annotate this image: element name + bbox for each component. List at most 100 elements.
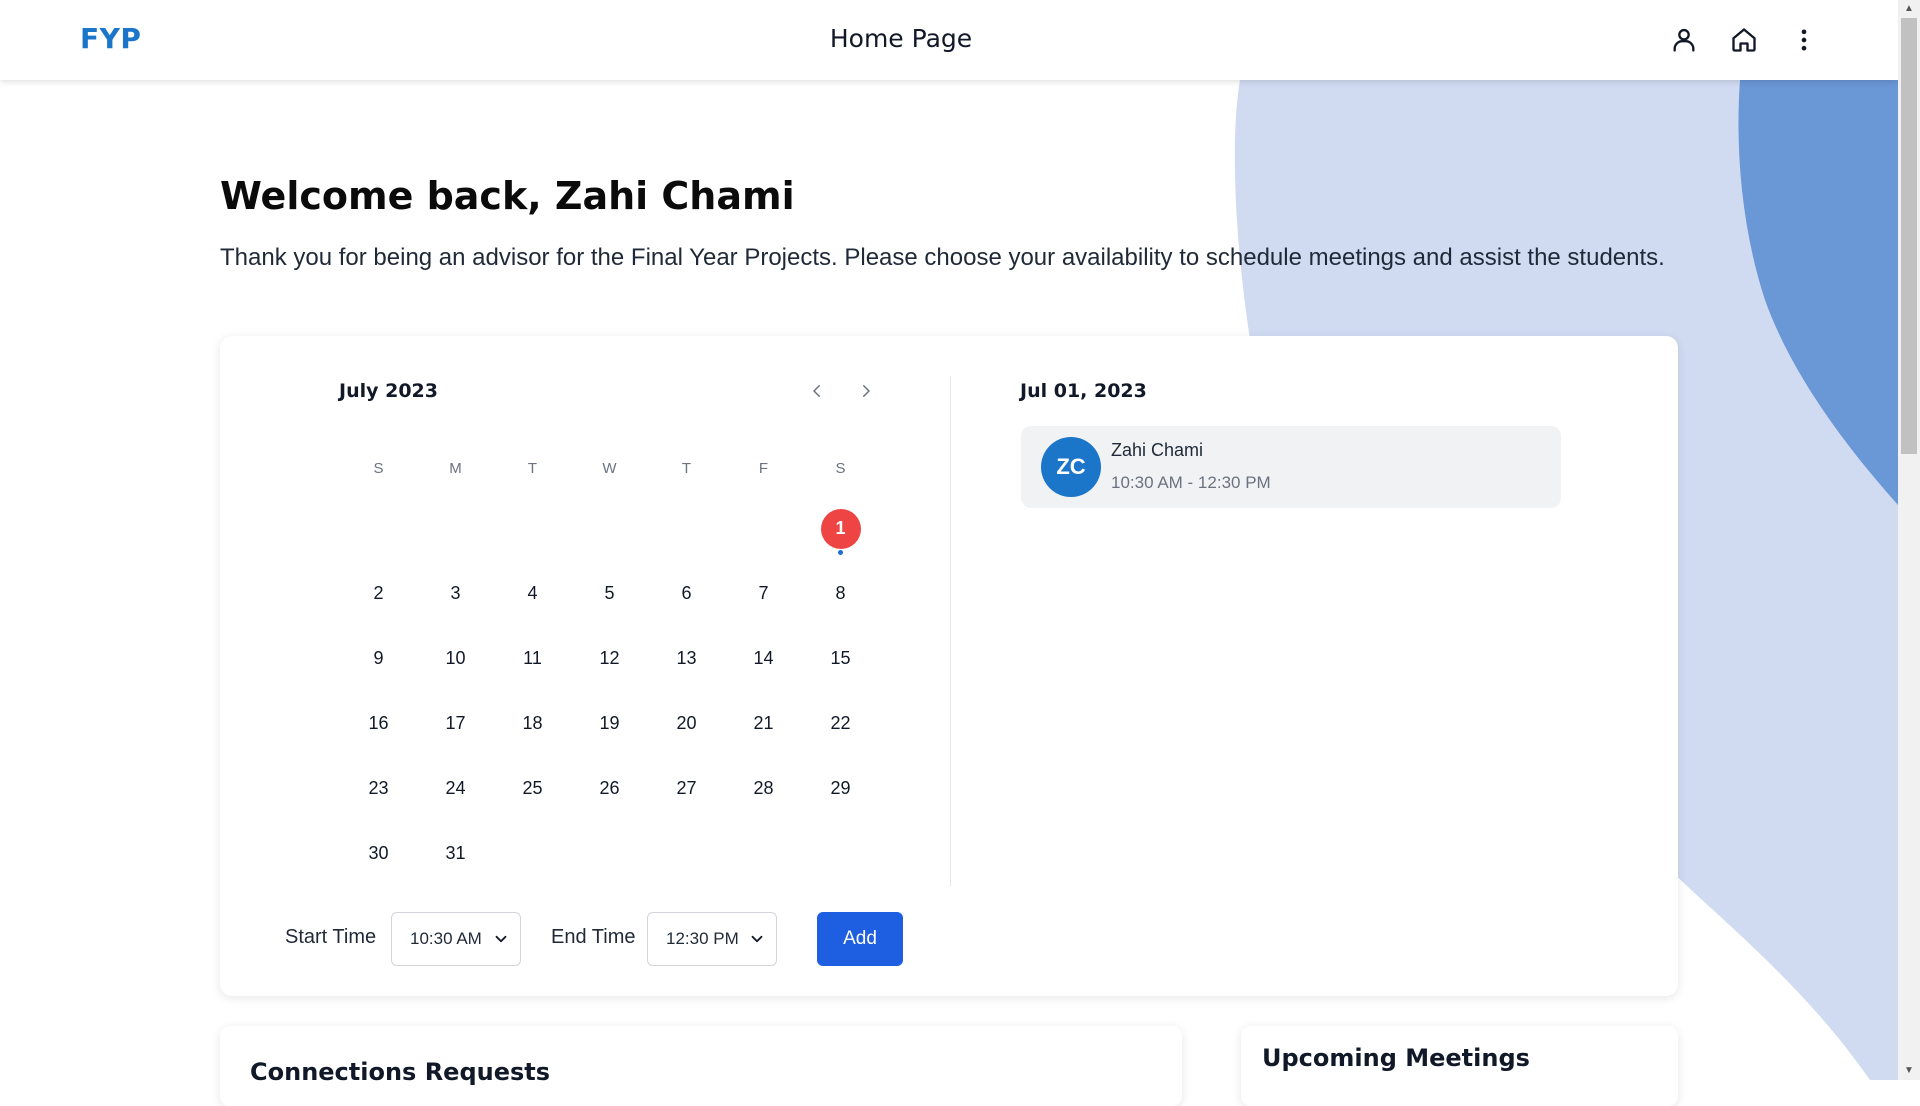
calendar-day-number: 17	[445, 713, 466, 733]
calendar-day-number: 20	[676, 713, 697, 733]
calendar-day-number: 11	[523, 648, 542, 668]
home-icon[interactable]	[1726, 22, 1762, 58]
calendar-day[interactable]: 4	[494, 561, 571, 626]
calendar-day[interactable]: 2	[340, 561, 417, 626]
calendar-empty-cell	[494, 496, 571, 561]
calendar-day-number: 6	[681, 583, 692, 603]
calendar-day-number: 13	[676, 648, 697, 668]
end-time-label: End Time	[551, 926, 636, 948]
calendar-day[interactable]: 27	[648, 756, 725, 821]
calendar-day[interactable]: 1	[802, 496, 879, 561]
calendar-day[interactable]: 6	[648, 561, 725, 626]
calendar-day[interactable]: 29	[802, 756, 879, 821]
calendar-day-number: 29	[830, 778, 851, 798]
calendar-empty-cell	[725, 496, 802, 561]
calendar-empty-cell	[340, 496, 417, 561]
page-title: Home Page	[829, 24, 973, 53]
top-navbar: FYP Home Page	[0, 0, 1898, 80]
availability-item[interactable]: ZC Zahi Chami 10:30 AM - 12:30 PM	[1021, 426, 1561, 508]
calendar-day[interactable]: 9	[340, 626, 417, 691]
scroll-down-arrow-icon[interactable]: ▼	[1898, 1062, 1920, 1080]
prev-month-button[interactable]	[802, 376, 832, 406]
calendar-day[interactable]: 16	[340, 691, 417, 756]
calendar-day-number: 21	[753, 713, 774, 733]
start-time-value: 10:30 AM	[410, 929, 482, 948]
calendar-day[interactable]: 13	[648, 626, 725, 691]
more-vertical-icon[interactable]	[1786, 22, 1822, 58]
calendar-day[interactable]: 31	[417, 821, 494, 886]
calendar-day-number: 10	[445, 648, 466, 668]
calendar-day[interactable]: 5	[571, 561, 648, 626]
upcoming-meetings-card: Upcoming Meetings	[1241, 1026, 1678, 1106]
avatar: ZC	[1041, 437, 1101, 497]
calendar-day[interactable]: 28	[725, 756, 802, 821]
connections-requests-card: Connections Requests	[220, 1026, 1182, 1106]
calendar-day[interactable]: 18	[494, 691, 571, 756]
availability-card: July 2023 SMTWTFS 1 2 3 4 5 6 7 8 9 10 11 12 13 14 15 1…	[220, 336, 1678, 996]
end-time-value: 12:30 PM	[666, 929, 739, 948]
calendar-day[interactable]: 25	[494, 756, 571, 821]
calendar-day[interactable]: 11	[494, 626, 571, 691]
calendar-empty-cell	[417, 496, 494, 561]
weekday-label: S	[835, 460, 846, 477]
calendar-day-number: 15	[830, 648, 851, 668]
chevron-down-icon	[495, 935, 507, 943]
calendar-day[interactable]: 14	[725, 626, 802, 691]
calendar-day[interactable]: 8	[802, 561, 879, 626]
calendar-day-number: 4	[527, 583, 538, 603]
availability-time: 10:30 AM - 12:30 PM	[1111, 473, 1271, 492]
calendar-day[interactable]: 21	[725, 691, 802, 756]
calendar-day-number: 28	[753, 778, 774, 798]
start-time-select[interactable]: 10:30 AM	[391, 912, 521, 966]
calendar-day-number: 19	[599, 713, 620, 733]
calendar-day-number: 16	[368, 713, 389, 733]
calendar-day-number: 12	[599, 648, 620, 668]
connections-requests-heading: Connections Requests	[250, 1058, 551, 1086]
calendar-day-number: 30	[368, 843, 389, 863]
calendar-day[interactable]: 17	[417, 691, 494, 756]
card-divider	[950, 376, 951, 886]
page-scrollbar[interactable]: ▲ ▼	[1898, 0, 1920, 1080]
calendar-day[interactable]: 23	[340, 756, 417, 821]
chevron-down-icon	[751, 935, 763, 943]
weekday-label: M	[449, 460, 462, 477]
calendar-day-number: 31	[445, 843, 466, 863]
next-month-button[interactable]	[851, 376, 881, 406]
calendar-day-number: 25	[522, 778, 543, 798]
calendar-day-number: 8	[835, 583, 846, 603]
calendar-day[interactable]: 7	[725, 561, 802, 626]
weekday-label: W	[602, 460, 617, 477]
add-availability-button[interactable]: Add	[817, 912, 903, 966]
user-icon[interactable]	[1666, 22, 1702, 58]
weekday-label: T	[681, 460, 692, 477]
calendar-day-number: 5	[604, 583, 615, 603]
calendar-day[interactable]: 30	[340, 821, 417, 886]
scroll-thumb[interactable]	[1901, 18, 1917, 454]
calendar-day-number: 1	[820, 508, 861, 549]
start-time-label: Start Time	[285, 926, 377, 948]
calendar-day[interactable]: 12	[571, 626, 648, 691]
availability-name: Zahi Chami	[1111, 440, 1204, 460]
weekday-label: S	[373, 460, 384, 477]
calendar-day[interactable]: 19	[571, 691, 648, 756]
calendar-day-number: 7	[758, 583, 769, 603]
calendar-day[interactable]: 22	[802, 691, 879, 756]
calendar-day-number: 18	[522, 713, 543, 733]
end-time-select[interactable]: 12:30 PM	[647, 912, 777, 966]
scroll-up-arrow-icon[interactable]: ▲	[1898, 0, 1920, 18]
calendar-day[interactable]: 15	[802, 626, 879, 691]
calendar-day[interactable]: 26	[571, 756, 648, 821]
calendar-day-number: 3	[450, 583, 461, 603]
calendar-days-grid: 1 2 3 4 5 6 7 8 9 10 11 12 13 14 15 16 17 18 19 20 21 22 23 24 2…	[340, 496, 880, 886]
calendar-day[interactable]: 3	[417, 561, 494, 626]
calendar-empty-cell	[648, 496, 725, 561]
calendar-day[interactable]: 24	[417, 756, 494, 821]
calendar-day-number: 14	[753, 648, 774, 668]
welcome-subtitle: Thank you for being an advisor for the F…	[220, 244, 1665, 271]
calendar-day-number: 23	[368, 778, 389, 798]
selected-date-label: Jul 01, 2023	[1020, 380, 1147, 402]
calendar-day[interactable]: 20	[648, 691, 725, 756]
calendar-day[interactable]: 10	[417, 626, 494, 691]
welcome-heading: Welcome back, Zahi Chami	[220, 174, 795, 218]
weekday-label: F	[758, 460, 769, 477]
